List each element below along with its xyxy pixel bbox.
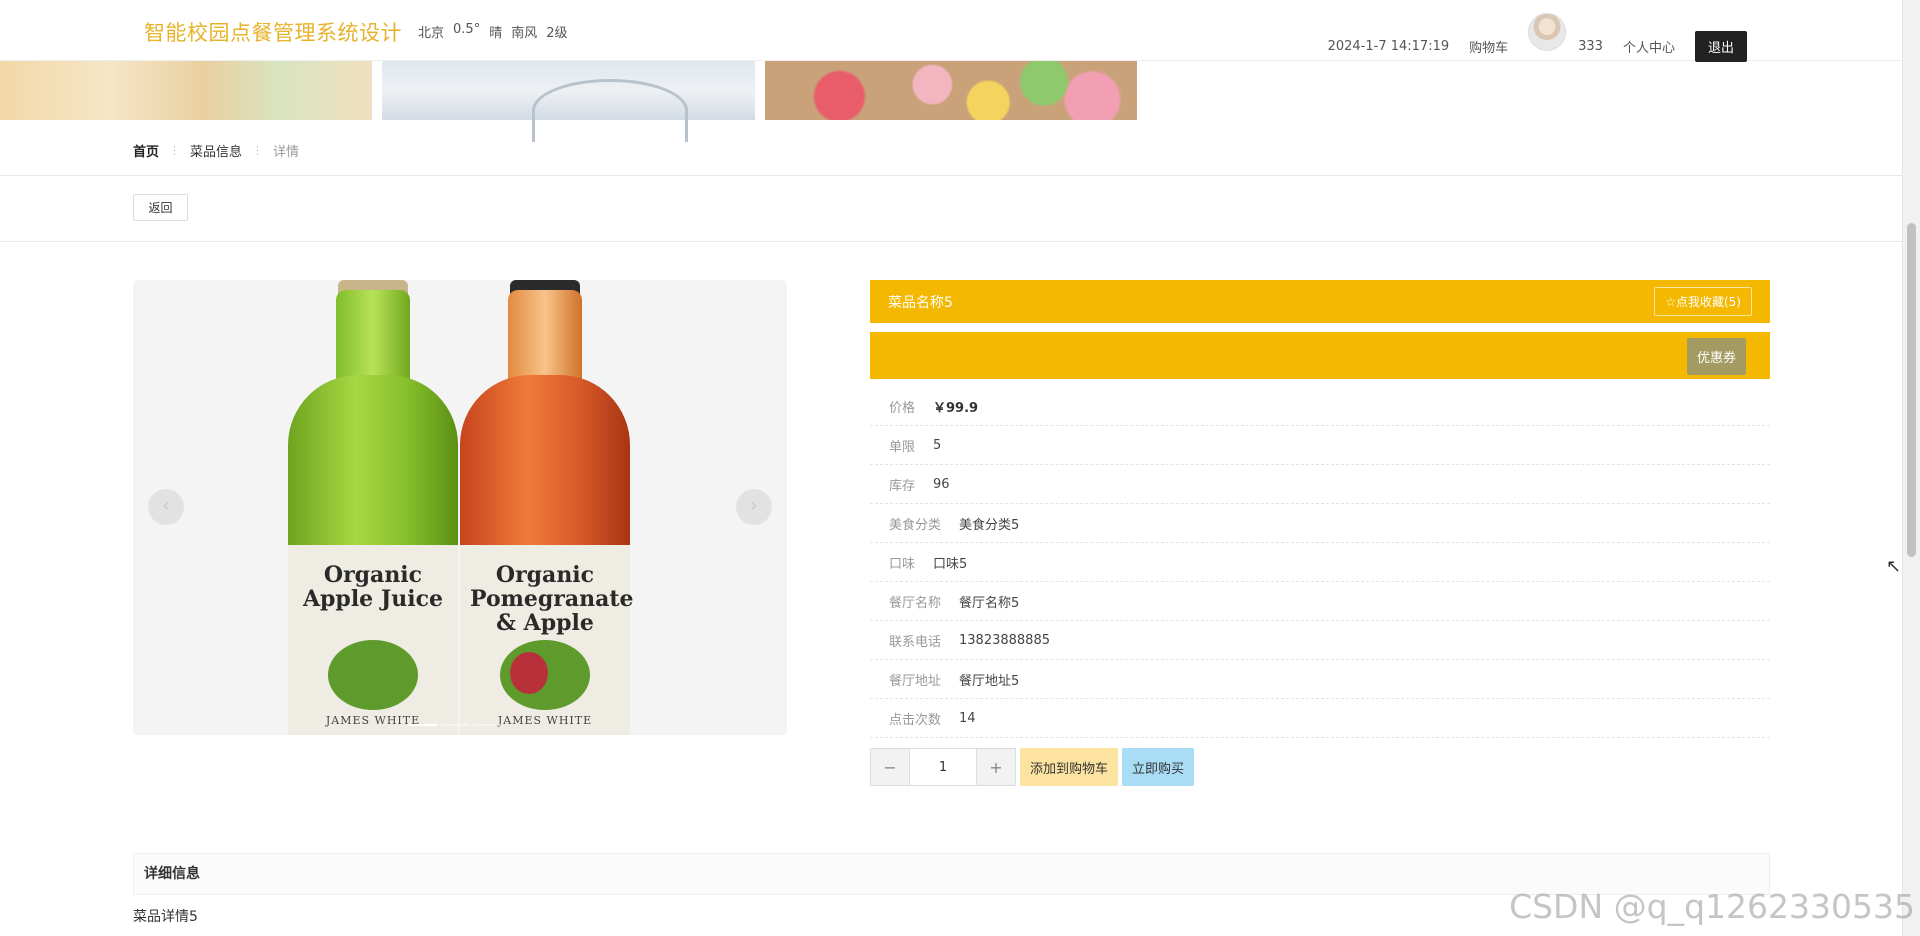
- carousel-dot[interactable]: [409, 724, 437, 726]
- chevron-left-icon[interactable]: ‹: [148, 489, 184, 525]
- info-value: 美食分类5: [959, 517, 1020, 533]
- quantity-input[interactable]: [909, 749, 977, 785]
- increase-quantity-button[interactable]: +: [977, 749, 1015, 785]
- dish-name-bar: 菜品名称5 ☆点我收藏(5): [870, 280, 1770, 323]
- info-row-address: 餐厅地址 餐厅地址5: [870, 660, 1770, 699]
- favorite-button[interactable]: ☆点我收藏(5): [1654, 287, 1752, 316]
- weather-widget: 北京 0.5° 晴 南风 2级: [418, 22, 568, 41]
- avatar[interactable]: [1528, 13, 1567, 51]
- info-row-category: 美食分类 美食分类5: [870, 504, 1770, 543]
- chevron-right-icon[interactable]: ›: [736, 489, 772, 525]
- info-label: 联系电话: [889, 634, 942, 650]
- scrollbar-thumb[interactable]: [1907, 223, 1916, 557]
- mouse-pointer-icon: ↖: [1886, 556, 1902, 577]
- purchase-controls: − + 添加到购物车 立即购买: [870, 748, 1770, 786]
- bottle-label-text: Organic Pomegranate & Apple: [470, 562, 634, 636]
- breadcrumb-separator-icon: ⋮: [252, 144, 264, 157]
- info-value: 餐厅名称5: [959, 595, 1020, 611]
- details-body: 菜品详情5: [133, 909, 198, 925]
- info-value: 13823888885: [959, 632, 1050, 648]
- banner-image-bridge[interactable]: [382, 61, 755, 142]
- info-value: 餐厅地址5: [959, 673, 1020, 689]
- header-user-area: 2024-1-7 14:17:19 购物车 333 个人中心 退出: [1327, 10, 1747, 62]
- dish-info-list: 价格 ￥99.9 单限 5 库存 96 美食分类 美食分类5 口味 口味5 餐厅…: [870, 387, 1770, 738]
- carousel-indicators: [409, 724, 501, 726]
- product-image-pomegranate-juice: Organic Pomegranate & Apple JAMES WHITE: [460, 280, 634, 735]
- breadcrumb-home[interactable]: 首页: [133, 141, 159, 160]
- banner-strip: [0, 61, 1137, 142]
- info-value: 14: [959, 710, 976, 726]
- quantity-stepper: − +: [870, 748, 1016, 786]
- carousel-dot[interactable]: [441, 724, 469, 726]
- weather-wind: 南风: [511, 26, 538, 41]
- coupon-button[interactable]: 优惠券: [1686, 338, 1746, 375]
- weather-city: 北京: [418, 26, 445, 41]
- weather-condition: 晴: [489, 26, 503, 41]
- info-label: 餐厅地址: [889, 673, 942, 689]
- pomegranate-icon: [500, 640, 590, 710]
- info-row-phone: 联系电话 13823888885: [870, 621, 1770, 660]
- info-label: 价格: [889, 400, 916, 416]
- watermark: CSDN @q_q1262330535: [1509, 887, 1915, 926]
- info-row-restaurant: 餐厅名称 餐厅名称5: [870, 582, 1770, 621]
- banner-image-macarons[interactable]: [765, 61, 1137, 120]
- divider: [0, 241, 1902, 242]
- breadcrumb-separator-icon: ⋮: [169, 144, 181, 157]
- coupon-bar: 优惠券: [870, 332, 1770, 379]
- info-label: 口味: [889, 556, 916, 572]
- carousel-dot[interactable]: [473, 724, 501, 726]
- info-label: 点击次数: [889, 712, 942, 728]
- info-row-flavor: 口味 口味5: [870, 543, 1770, 582]
- profile-link[interactable]: 个人中心: [1623, 37, 1675, 56]
- banner-image-food[interactable]: [0, 61, 372, 120]
- top-header: 智能校园点餐管理系统设计 北京 0.5° 晴 南风 2级 2024-1-7 14…: [0, 0, 1902, 62]
- info-label: 餐厅名称: [889, 595, 942, 611]
- bottle-label-text: Organic Apple Juice: [302, 562, 443, 612]
- add-to-cart-button[interactable]: 添加到购物车: [1020, 748, 1119, 786]
- site-title[interactable]: 智能校园点餐管理系统设计: [144, 17, 402, 47]
- buy-now-button[interactable]: 立即购买: [1122, 748, 1195, 786]
- info-label: 单限: [889, 439, 916, 455]
- info-label: 美食分类: [889, 517, 942, 533]
- product-image-apple-juice: Organic Apple Juice JAMES WHITE: [288, 280, 458, 735]
- weather-level: 2级: [546, 26, 568, 41]
- dish-detail-panel: 菜品名称5 ☆点我收藏(5) 优惠券 价格 ￥99.9 单限 5 库存 96 美…: [870, 280, 1770, 786]
- info-value: 96: [933, 476, 950, 492]
- cart-link[interactable]: 购物车: [1469, 37, 1508, 56]
- breadcrumb-section[interactable]: 菜品信息: [190, 141, 242, 160]
- info-row-stock: 库存 96: [870, 465, 1770, 504]
- current-datetime: 2024-1-7 14:17:19: [1327, 38, 1450, 54]
- weather-temp: 0.5°: [453, 22, 481, 37]
- image-carousel[interactable]: Organic Apple Juice JAMES WHITE Organic …: [133, 280, 787, 735]
- breadcrumb-current: 详情: [273, 145, 300, 160]
- logout-button[interactable]: 退出: [1694, 30, 1747, 62]
- info-row-limit: 单限 5: [870, 426, 1770, 465]
- info-value: 5: [933, 437, 942, 453]
- info-label: 库存: [889, 478, 916, 494]
- back-button[interactable]: 返回: [133, 194, 188, 221]
- info-row-price: 价格 ￥99.9: [870, 387, 1770, 426]
- bottle-label: Organic Pomegranate & Apple JAMES WHITE: [460, 545, 634, 735]
- bottle-neck: [336, 290, 410, 380]
- bottle-neck: [508, 290, 582, 380]
- bottle-label: Organic Apple Juice JAMES WHITE: [288, 545, 458, 735]
- username: 333: [1578, 38, 1603, 54]
- page-scrollbar[interactable]: [1902, 0, 1920, 936]
- breadcrumb: 首页 ⋮ 菜品信息 ⋮ 详情: [133, 141, 299, 160]
- info-value: 口味5: [933, 556, 968, 572]
- dish-name: 菜品名称5: [888, 294, 953, 311]
- info-value: ￥99.9: [933, 400, 979, 416]
- apple-icon: [328, 640, 418, 710]
- decrease-quantity-button[interactable]: −: [871, 749, 909, 785]
- info-row-clicks: 点击次数 14: [870, 699, 1770, 738]
- divider: [0, 175, 1902, 176]
